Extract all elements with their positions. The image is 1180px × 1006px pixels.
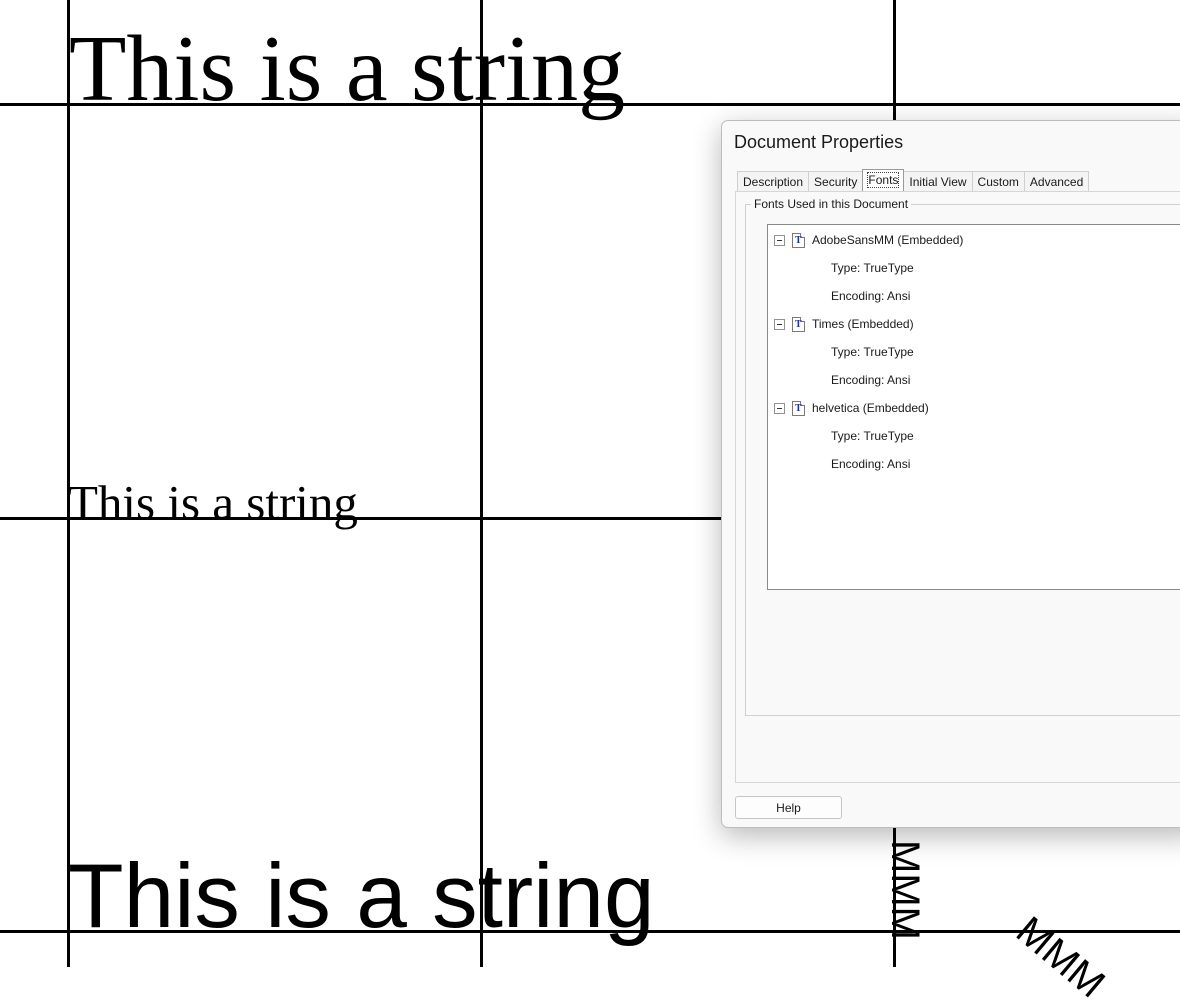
tab-custom[interactable]: Custom xyxy=(971,171,1025,192)
tab-advanced[interactable]: Advanced xyxy=(1023,171,1090,192)
font-name[interactable]: helvetica (Embedded) xyxy=(812,401,929,415)
sample-string-sans-large: This is a string xyxy=(68,846,655,947)
grid-line-v2 xyxy=(480,0,483,967)
collapse-icon[interactable] xyxy=(774,403,785,414)
font-name[interactable]: Times (Embedded) xyxy=(812,317,914,331)
font-type: Type: TrueType xyxy=(831,429,914,443)
dialog-title: Document Properties xyxy=(734,132,904,152)
font-name[interactable]: AdobeSansMM (Embedded) xyxy=(812,233,963,247)
font-encoding: Encoding: Ansi xyxy=(831,457,911,471)
sample-string-serif-small: This is a string xyxy=(68,475,358,530)
font-type: Type: TrueType xyxy=(831,261,914,275)
font-encoding: Encoding: Ansi xyxy=(831,373,911,387)
rotated-text-vertical: MMM xyxy=(882,840,927,940)
fonts-tab-panel: Fonts Used in this Document T AdobeSansM… xyxy=(735,191,1180,783)
tab-bar: Description Security Fonts Initial View … xyxy=(737,169,1090,192)
tab-description[interactable]: Description xyxy=(737,171,810,192)
truetype-font-icon: T xyxy=(792,401,805,416)
font-encoding: Encoding: Ansi xyxy=(831,289,911,303)
tab-security[interactable]: Security xyxy=(808,171,864,192)
document-properties-dialog: Document Properties Description Security… xyxy=(721,120,1180,828)
rotated-text-diagonal: MMM xyxy=(1008,908,1113,1006)
collapse-icon[interactable] xyxy=(774,235,785,246)
tab-initial-view[interactable]: Initial View xyxy=(903,171,973,192)
font-type: Type: TrueType xyxy=(831,345,914,359)
sample-string-serif-large: This is a string xyxy=(69,17,626,121)
fonts-tree[interactable]: T AdobeSansMM (Embedded) Type: TrueType … xyxy=(767,224,1180,590)
truetype-font-icon: T xyxy=(792,317,805,332)
collapse-icon[interactable] xyxy=(774,319,785,330)
truetype-font-icon: T xyxy=(792,233,805,248)
help-button[interactable]: Help xyxy=(735,796,842,819)
tab-fonts[interactable]: Fonts xyxy=(862,169,905,192)
fonts-group-label: Fonts Used in this Document xyxy=(751,197,912,211)
